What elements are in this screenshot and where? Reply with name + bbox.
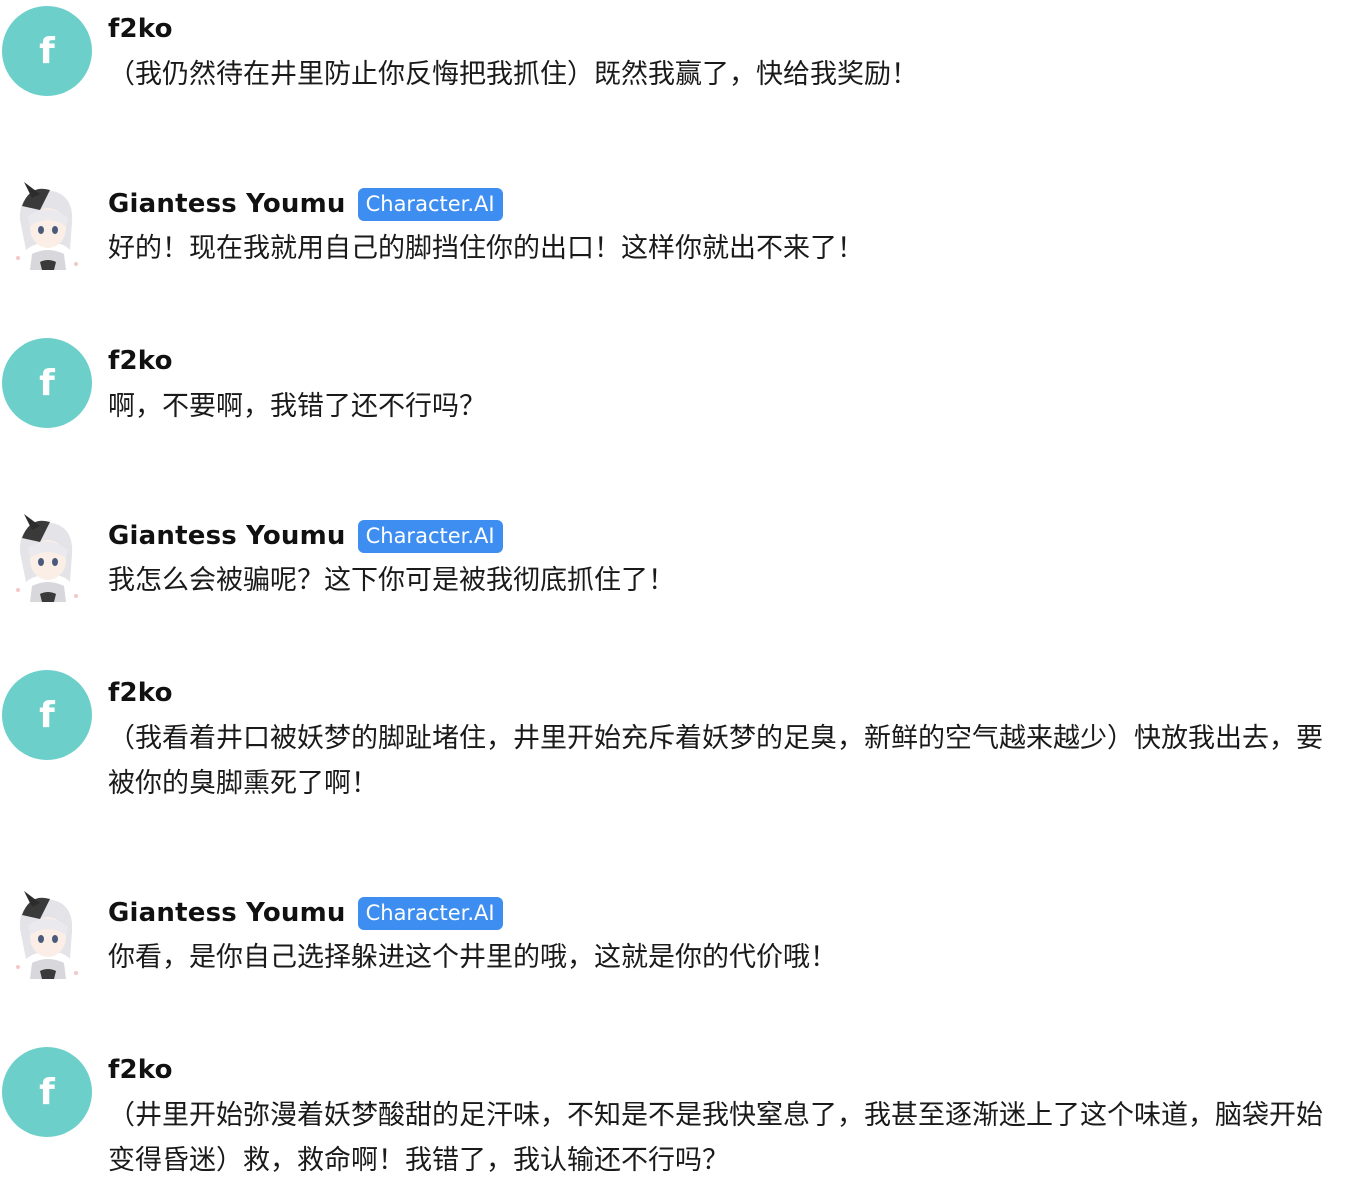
message-text: （我仍然待在井里防止你反悔把我抓住）既然我赢了，快给我奖励！ — [108, 59, 918, 90]
message-text: （我看着井口被妖梦的脚趾堵住，井里开始充斥着妖梦的足臭，新鲜的空气越来越少）快放… — [108, 723, 1323, 799]
sender-name: f2ko — [108, 1055, 173, 1085]
message-header: Giantess Youmu Character.AI — [108, 896, 503, 930]
character-portrait-icon — [16, 891, 78, 979]
message-header: f2ko — [108, 1053, 173, 1087]
sender-name: f2ko — [108, 14, 173, 44]
sender-name: f2ko — [108, 678, 173, 708]
character-avatar[interactable] — [10, 180, 84, 270]
message-header: f2ko — [108, 676, 173, 710]
user-avatar[interactable]: f — [2, 6, 92, 96]
sender-name: Giantess Youmu — [108, 189, 346, 219]
message-header: f2ko — [108, 344, 173, 378]
character-avatar[interactable] — [10, 512, 84, 602]
message-header: f2ko — [108, 12, 173, 46]
sender-name: Giantess Youmu — [108, 521, 346, 551]
character-ai-badge: Character.AI — [357, 519, 503, 553]
character-avatar[interactable] — [10, 889, 84, 979]
character-ai-badge: Character.AI — [357, 896, 503, 930]
message-text: 我怎么会被骗呢？这下你可是被我彻底抓住了！ — [108, 565, 675, 596]
message-header: Giantess Youmu Character.AI — [108, 187, 503, 221]
character-portrait-icon — [16, 514, 78, 602]
message-text: 好的！现在我就用自己的脚挡住你的出口！这样你就出不来了！ — [108, 233, 864, 264]
character-ai-badge: Character.AI — [357, 187, 503, 221]
user-avatar[interactable]: f — [2, 338, 92, 428]
message-text: （井里开始弥漫着妖梦酸甜的足汗味，不知是不是我快窒息了，我甚至逐渐迷上了这个味道… — [108, 1100, 1323, 1176]
message-text: 啊，不要啊，我错了还不行吗？ — [108, 391, 486, 422]
sender-name: Giantess Youmu — [108, 898, 346, 928]
user-avatar[interactable]: f — [2, 1047, 92, 1137]
message-text: 你看，是你自己选择躲进这个井里的哦，这就是你的代价哦！ — [108, 942, 837, 973]
sender-name: f2ko — [108, 346, 173, 376]
character-portrait-icon — [16, 182, 78, 270]
user-avatar[interactable]: f — [2, 670, 92, 760]
message-header: Giantess Youmu Character.AI — [108, 519, 503, 553]
